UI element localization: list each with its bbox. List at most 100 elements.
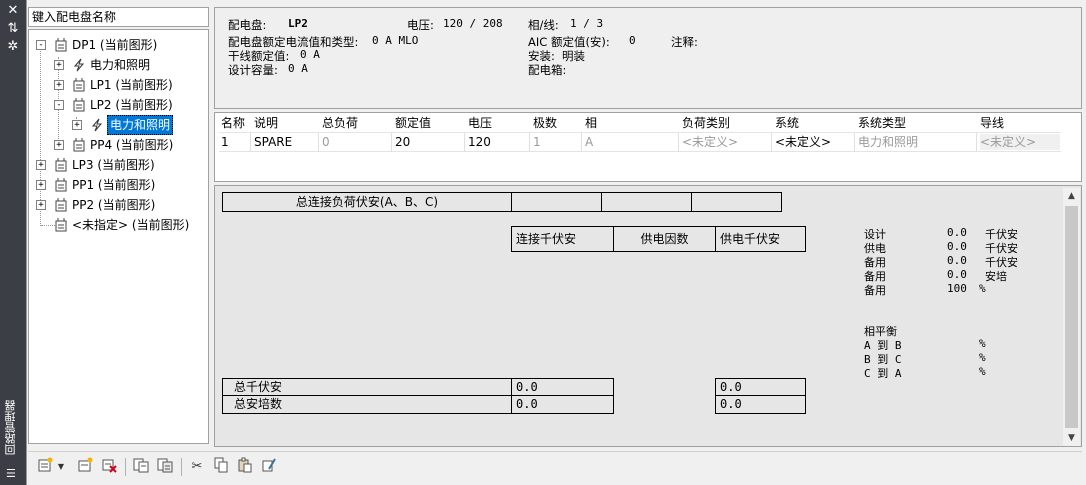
close-icon[interactable]: ✕ [5, 4, 21, 18]
cell-load-category[interactable]: <未定义> [682, 134, 738, 150]
panel-value: LP2 [288, 17, 308, 30]
palette-title-strip: ✕ ⇅ ✲ 回路管理器 ☰ [0, 0, 26, 485]
total-kva-connected: 0.0 [511, 378, 614, 396]
balance-unit: % [979, 365, 986, 378]
expand-icon[interactable]: + [36, 160, 46, 170]
connected-load-header: 总连接负荷伏安(A、B、C) [222, 192, 512, 212]
notes-label: 注释: [671, 35, 698, 49]
total-amps-label: 总安培数 [222, 395, 512, 414]
phase-label: 相/线: [528, 18, 559, 32]
tree-node-lp2[interactable]: - LP2 (当前图形) [52, 96, 202, 114]
expand-icon[interactable]: + [54, 60, 64, 70]
column-header[interactable]: 说明 [254, 115, 278, 131]
tree-node-label: LP2 (当前图形) [90, 98, 173, 112]
balance-unit: % [979, 337, 986, 350]
collapse-icon[interactable]: - [54, 100, 64, 110]
scrollbar-thumb[interactable] [1065, 206, 1078, 428]
cell-system[interactable]: <未定义> [775, 134, 831, 150]
column-header[interactable]: 电压 [468, 115, 492, 131]
new-circuit-icon[interactable] [75, 457, 95, 477]
palette-menu-icon[interactable]: ☰ [6, 467, 20, 480]
tree-node-dp1[interactable]: - DP1 (当前图形) [34, 36, 204, 54]
balance-label: C 到 A [864, 367, 902, 380]
column-header[interactable]: 极数 [533, 115, 557, 131]
power-icon [73, 58, 85, 72]
cell-wire[interactable]: <未定义> [980, 134, 1061, 150]
expand-icon[interactable]: + [36, 200, 46, 210]
column-header[interactable]: 负荷类别 [682, 115, 730, 131]
collapse-icon[interactable]: - [36, 40, 46, 50]
scroll-down-icon[interactable]: ▼ [1065, 432, 1078, 444]
voltage-label: 电压: [407, 18, 434, 32]
column-header[interactable]: 系统类型 [858, 115, 906, 131]
panel-icon [55, 198, 67, 212]
expand-icon[interactable]: + [36, 180, 46, 190]
circuit-grid[interactable]: 名称 说明 总负荷 额定值 电压 极数 相 负荷类别 系统 系统类型 导线 1 … [214, 112, 1082, 182]
panel-tree[interactable]: - DP1 (当前图形) + 电力和照明 + LP1 (当前图形) - LP2 … [28, 29, 209, 444]
demand-factor-header: 供电因数 [613, 226, 716, 252]
column-header[interactable]: 名称 [221, 115, 245, 131]
cell-description[interactable]: SPARE [254, 134, 292, 150]
demand-kva-header: 供电千伏安 [715, 226, 806, 252]
copy-panel-icon[interactable] [131, 457, 151, 477]
table-row[interactable]: 1 SPARE 0 20 120 1 A <未定义> <未定义> 电力和照明 <… [219, 132, 1061, 152]
column-header[interactable]: 相 [585, 115, 597, 131]
stat-unit: % [979, 282, 986, 295]
balance-unit: % [979, 351, 986, 364]
stat-value: 0.0 [947, 240, 967, 253]
expand-icon[interactable]: + [54, 140, 64, 150]
dropdown-icon[interactable]: ▼ [55, 457, 67, 477]
column-header[interactable]: 系统 [775, 115, 799, 131]
rating-value: 0 A MLO [372, 34, 419, 47]
copy-icon[interactable] [211, 457, 231, 477]
phase-value: 1 / 3 [570, 17, 604, 30]
power-icon [91, 118, 103, 132]
tree-node-label: <未指定> (当前图形) [72, 218, 190, 232]
tree-node-pp1[interactable]: + PP1 (当前图形) [34, 176, 204, 194]
cell-rating[interactable]: 20 [395, 134, 410, 150]
feeder-value: 0 A [300, 48, 320, 61]
tree-node-pp2[interactable]: + PP2 (当前图形) [34, 196, 204, 214]
pin-icon[interactable]: ⇅ [5, 22, 21, 36]
stat-value: 0.0 [947, 254, 967, 267]
paste-icon[interactable] [235, 457, 255, 477]
tree-node-unassigned[interactable]: <未指定> (当前图形) [34, 216, 204, 234]
cell-name[interactable]: 1 [221, 134, 229, 150]
load-summary: 总连接负荷伏安(A、B、C) 连接千伏安 供电因数 供电千伏安 总千伏安 0.0… [214, 185, 1082, 447]
panel-icon [73, 138, 85, 152]
tree-node-power-lighting-selected[interactable]: + 电力和照明 [70, 115, 202, 135]
column-header[interactable]: 额定值 [395, 115, 431, 131]
delete-icon[interactable] [99, 457, 119, 477]
bottom-toolbar: ▼ ✂ [28, 451, 1082, 482]
tree-node-label: PP1 (当前图形) [72, 178, 156, 192]
tree-node-label: PP2 (当前图形) [72, 198, 156, 212]
expand-icon[interactable]: + [72, 120, 82, 130]
cell-voltage[interactable]: 120 [468, 134, 491, 150]
stat-label: 备用 [864, 284, 886, 297]
paste-panel-icon[interactable] [155, 457, 175, 477]
scroll-up-icon[interactable]: ▲ [1065, 190, 1078, 202]
enclosure-label: 配电箱: [528, 63, 567, 77]
tree-node-pp4[interactable]: + PP4 (当前图形) [52, 136, 202, 154]
column-header[interactable]: 总负荷 [322, 115, 358, 131]
column-header[interactable]: 导线 [980, 115, 1004, 131]
panel-label: 配电盘: [228, 18, 267, 32]
panel-icon [73, 78, 85, 92]
panel-icon [55, 178, 67, 192]
tree-node-label: 电力和照明 [90, 58, 151, 72]
new-panel-icon[interactable] [35, 457, 55, 477]
tree-node-lp1[interactable]: + LP1 (当前图形) [52, 76, 202, 94]
tree-node-lp3[interactable]: + LP3 (当前图形) [34, 156, 204, 174]
total-kva-label: 总千伏安 [222, 378, 512, 396]
properties-icon[interactable] [259, 457, 279, 477]
panel-icon [55, 38, 67, 52]
design-label: 设计容量: [228, 63, 278, 77]
tree-node-label: 电力和照明 [107, 115, 174, 135]
total-amps-connected: 0.0 [511, 395, 614, 414]
tree-node-power-lighting[interactable]: + 电力和照明 [52, 56, 202, 74]
cut-icon[interactable]: ✂ [187, 457, 207, 477]
panel-search-input[interactable]: 键入配电盘名称 [28, 7, 209, 27]
settings-icon[interactable]: ✲ [5, 40, 21, 54]
panel-info: 配电盘: LP2 电压: 120 / 208 相/线: 1 / 3 配电盘额定电… [214, 7, 1082, 109]
expand-icon[interactable]: + [54, 80, 64, 90]
